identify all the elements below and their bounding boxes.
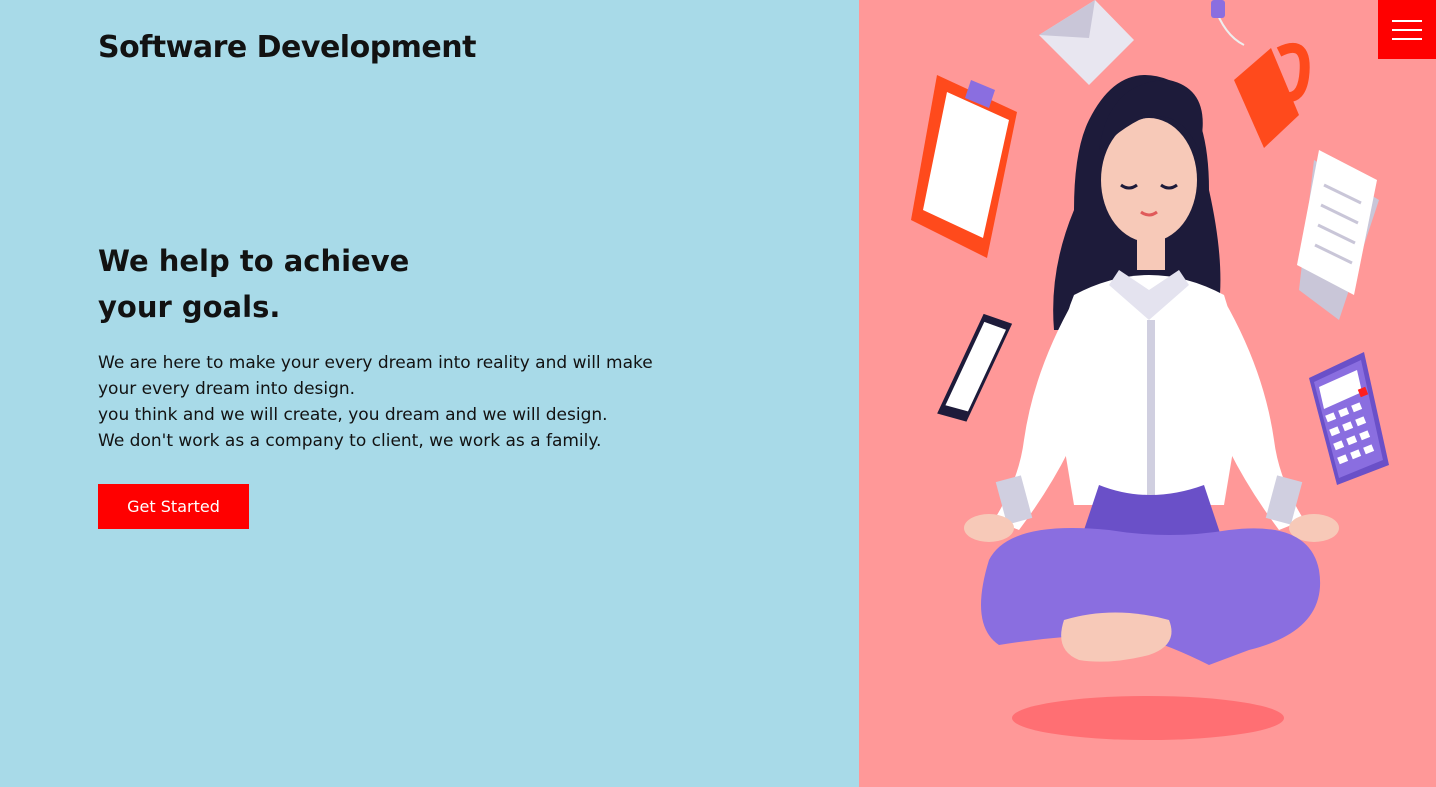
hamburger-icon: [1392, 19, 1422, 40]
hero-description-line-4: We don't work as a company to client, we…: [98, 431, 602, 451]
shadow-shape: [1012, 696, 1284, 740]
site-title: Software Development: [98, 30, 476, 65]
hero-headline-line-2: your goals.: [98, 290, 281, 324]
hero-headline-line-1: We help to achieve: [98, 244, 410, 278]
envelope-icon: [1039, 0, 1134, 85]
document-icon: [1297, 150, 1379, 320]
woman-figure: [964, 75, 1339, 665]
hero-description-line-1: We are here to make your every dream int…: [98, 353, 653, 373]
phone-icon: [937, 313, 1013, 422]
hero-description-line-2: your every dream into design.: [98, 379, 356, 399]
mug-icon: [1211, 0, 1310, 148]
hero-description-line-3: you think and we will create, you dream …: [98, 405, 608, 425]
clipboard-icon: [911, 75, 1017, 258]
hero-description: We are here to make your every dream int…: [98, 350, 718, 454]
get-started-button[interactable]: Get Started: [98, 484, 249, 529]
menu-button[interactable]: [1378, 0, 1436, 59]
calculator-icon: [1309, 352, 1389, 485]
illustration-panel: [859, 0, 1436, 787]
hero-section: Software Development We help to achieve …: [0, 0, 859, 787]
meditating-woman-illustration: [911, 0, 1389, 740]
hero-headline: We help to achieve your goals.: [98, 238, 618, 330]
